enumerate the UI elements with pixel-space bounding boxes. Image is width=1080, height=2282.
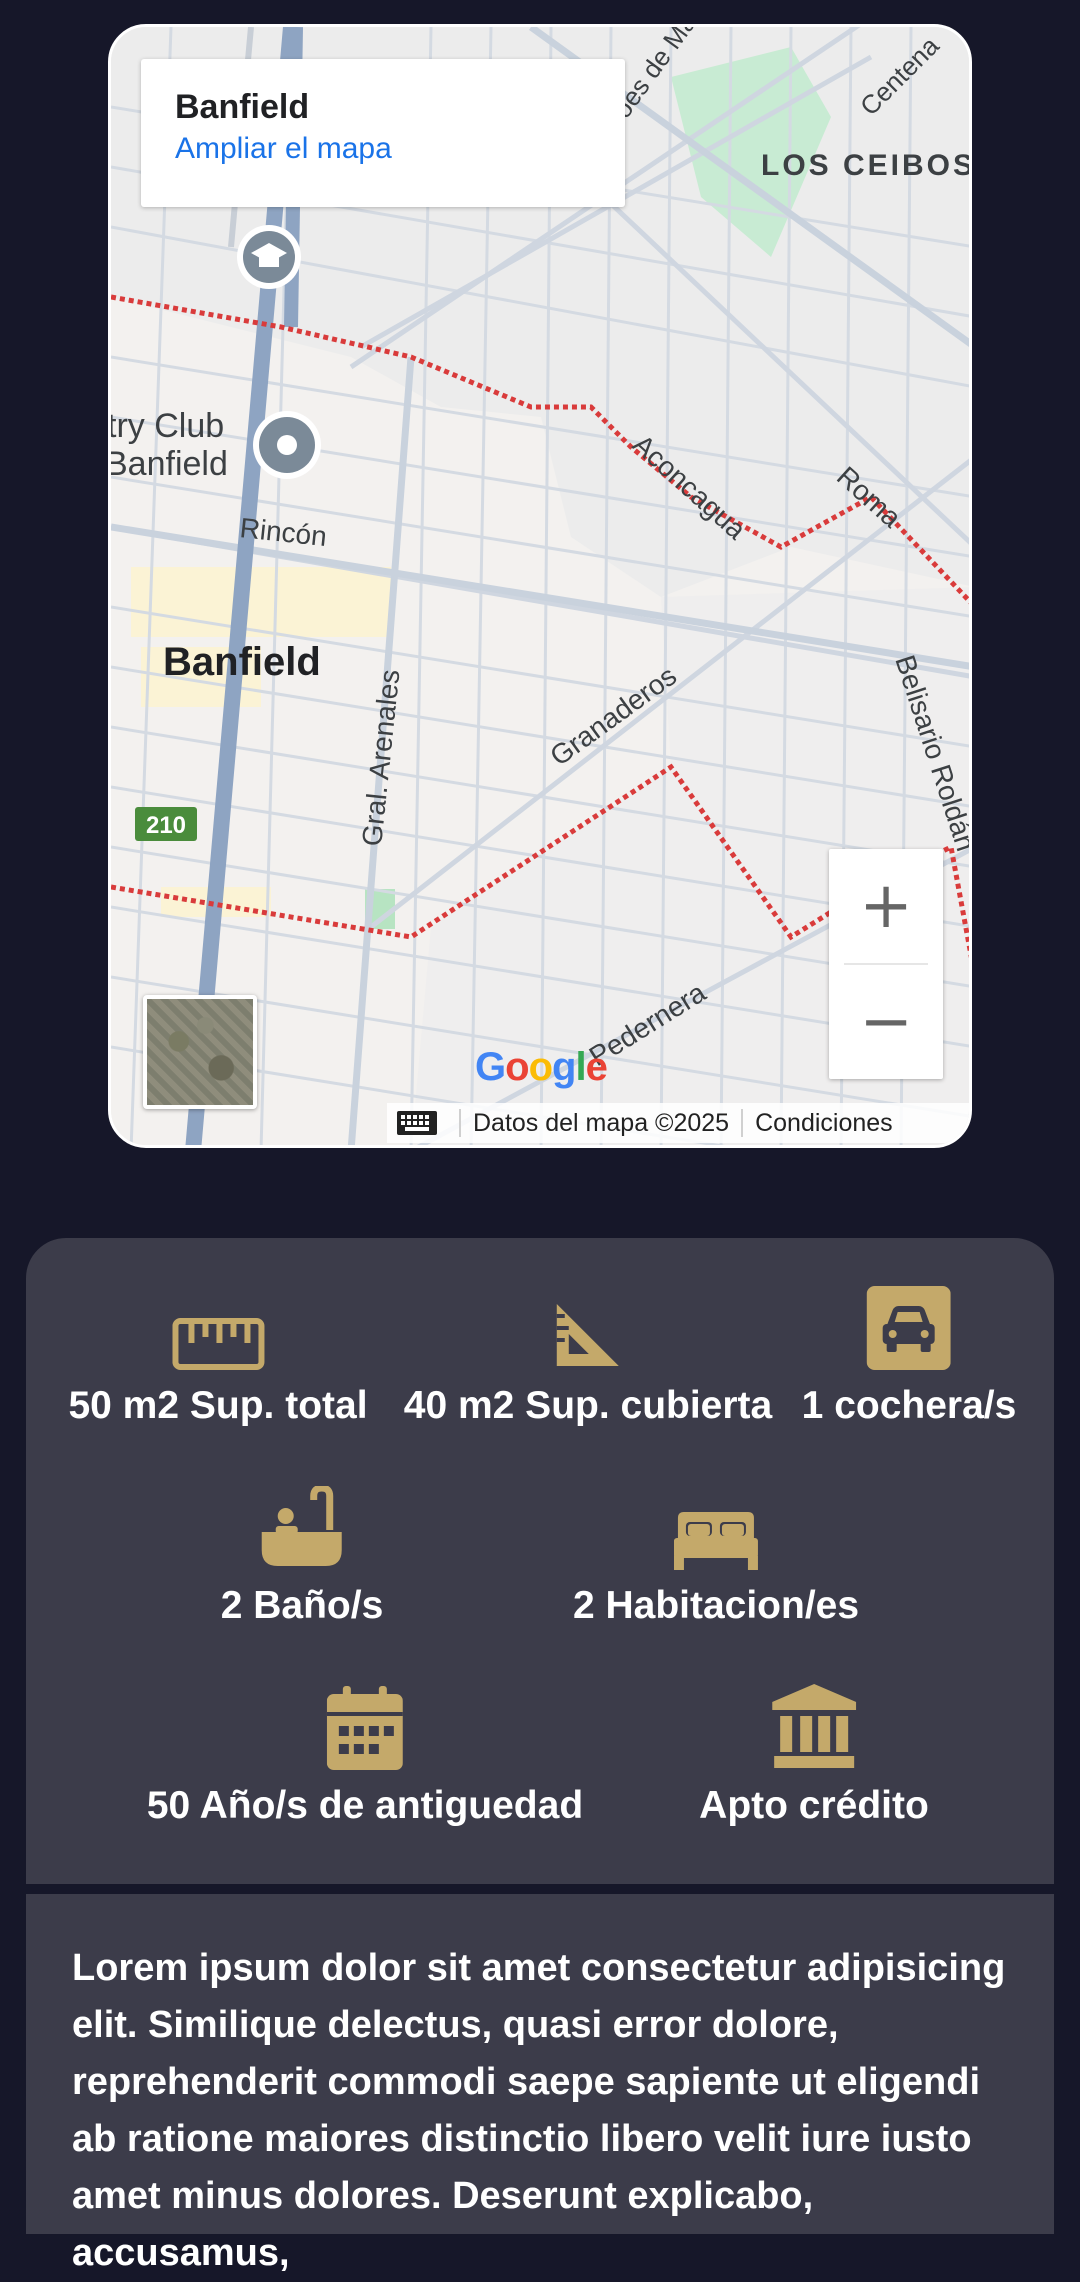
feature-label: 2 Baño/s — [220, 1584, 384, 1627]
terms-link[interactable]: Condiciones — [755, 1109, 893, 1138]
map-label-country-club-1: try Club — [111, 407, 224, 445]
attribution-separator — [741, 1109, 744, 1137]
attribution-separator — [459, 1109, 461, 1137]
satellite-layer-toggle[interactable] — [143, 995, 257, 1109]
feature-label: 50 m2 Sup. total — [68, 1384, 368, 1427]
description-text: Lorem ipsum dolor sit amet consectetur a… — [72, 1947, 1006, 2274]
set-square-icon — [553, 1284, 623, 1370]
feature-age: 50 Año/s de antiguedad — [147, 1684, 583, 1828]
school-marker-icon — [237, 225, 301, 289]
bank-icon — [771, 1684, 856, 1770]
feature-garage: 1 cochera/s — [801, 1284, 1017, 1428]
feature-label: Apto crédito — [699, 1784, 929, 1827]
map-place-title: Banfield — [175, 88, 310, 126]
zoom-control: + − — [829, 849, 943, 1079]
map-place-card: Banfield Ampliar el mapa — [141, 59, 625, 207]
route-shield-icon: 210 — [135, 807, 197, 841]
ruler-icon — [171, 1284, 264, 1370]
bathtub-icon — [260, 1484, 344, 1570]
bed-icon — [673, 1484, 758, 1570]
keyboard-shortcuts-icon[interactable] — [387, 1111, 447, 1135]
enlarge-map-link[interactable]: Ampliar el mapa — [175, 127, 591, 171]
feature-credit: Apto crédito — [699, 1684, 929, 1828]
feature-label: 1 cochera/s — [801, 1384, 1017, 1427]
feature-label: 40 m2 Sup. cubierta — [403, 1384, 773, 1427]
feature-total-area: 50 m2 Sup. total — [68, 1284, 368, 1428]
feature-bathrooms: 2 Baño/s — [220, 1484, 384, 1628]
property-description: Lorem ipsum dolor sit amet consectetur a… — [26, 1894, 1054, 2274]
feature-label: 50 Año/s de antiguedad — [146, 1784, 584, 1827]
feature-label: 2 Habitacion/es — [572, 1584, 860, 1627]
feature-covered-area: 40 m2 Sup. cubierta — [404, 1284, 772, 1428]
map-label-los-ceibos: LOS CEIBOS — [761, 149, 972, 182]
property-features-panel: 50 m2 Sup. total 40 m2 Sup. cubierta 1 c — [26, 1238, 1054, 1884]
car-icon — [866, 1284, 951, 1370]
zoom-out-button[interactable]: − — [829, 965, 943, 1079]
map-label-country-club-2: Banfield — [111, 445, 228, 483]
place-marker-icon — [253, 411, 321, 479]
map-attribution-bar: Datos del mapa ©2025 Condiciones — [387, 1103, 969, 1143]
map-data-attribution[interactable]: Datos del mapa ©2025 — [473, 1109, 729, 1138]
zoom-in-button[interactable]: + — [829, 849, 943, 963]
google-logo: Google — [475, 1045, 608, 1089]
feature-bedrooms: 2 Habitacion/es — [573, 1484, 859, 1628]
map-embed[interactable]: 210 LOS CEIBOS try Club Banfield Rincón … — [108, 24, 972, 1148]
map-label-banfield: Banfield — [163, 640, 321, 684]
calendar-icon — [326, 1684, 403, 1770]
route-label: 210 — [146, 812, 186, 839]
